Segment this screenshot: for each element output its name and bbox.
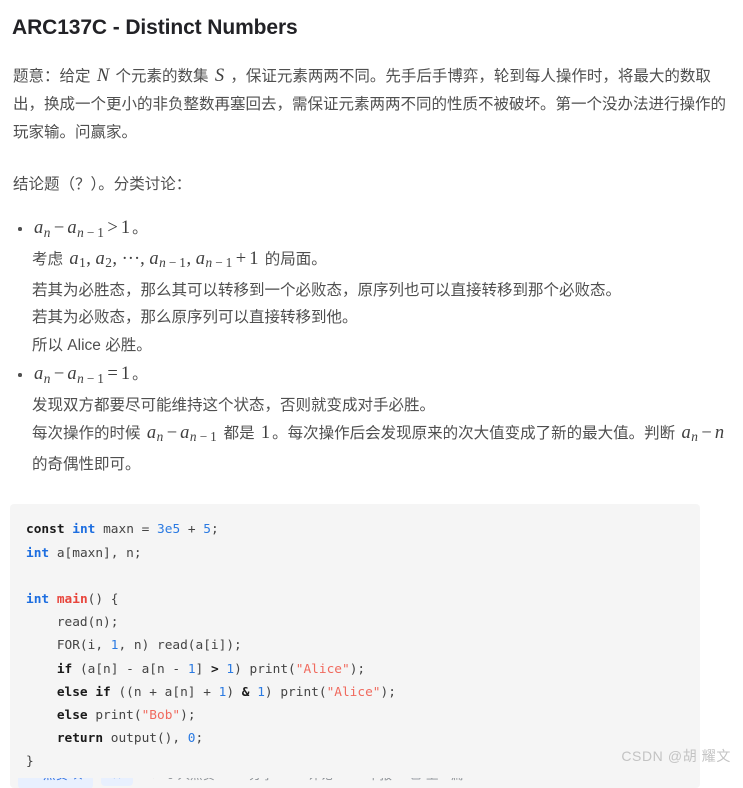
intro-paragraph: 题意：给定 N 个元素的数集 S ，保证元素两两不同。先手后手博弈，轮到每人操作…	[10, 62, 733, 147]
report-label: 举报	[367, 778, 392, 783]
code-line: }	[26, 754, 34, 770]
case-analysis-list: an − an −1 >1。 考虑 a1, a2, ···, an −1, an −1 +1 …	[10, 215, 733, 478]
intro-prefix: 题意：给定	[13, 68, 91, 85]
case-2-line-3-prefix: 。每次操作后会发现原来的次大值变成了新的最大值。判断	[272, 424, 676, 442]
prev-article-action[interactable]: 上一篇	[410, 778, 464, 783]
report-action[interactable]: 举报	[351, 778, 392, 783]
case-1-heading: an − an −1 >1。	[32, 215, 733, 246]
code-line: read(n);	[26, 615, 119, 631]
code-block[interactable]: const int maxn = 3e5 + 5; int a[maxn], n;…	[10, 504, 700, 788]
collect-button[interactable]	[101, 778, 134, 786]
like-label: 点赞	[43, 778, 68, 783]
case-1-line-4: 所以 Alice 必胜。	[32, 336, 152, 354]
case-2-heading: an − an −1 = 1。	[32, 361, 733, 392]
case-2-period: 。	[132, 366, 148, 384]
math-case-2: an − an −1 = 1	[34, 364, 131, 387]
code-line: int a[maxn], n;	[26, 545, 142, 561]
cloud-icon	[292, 778, 304, 780]
case-1-line-2: 若其为必胜态，那么其可以转移到一个必败态，原序列也可以直接转移到那个必败态。	[32, 281, 622, 299]
math-parity: an − n	[681, 422, 725, 445]
prev-article-label: 上一篇	[426, 778, 464, 783]
math-inline-N: N	[96, 66, 110, 86]
case-1-line-1: 考虑 a1, a2, ···, an −1, an −1 +1 的局面。	[32, 246, 733, 277]
document-icon	[410, 778, 422, 780]
case-1-line-3: 若其为必败态，那么原序列可以直接转移到他。	[32, 309, 358, 327]
star-icon	[111, 778, 123, 780]
csdn-watermark: CSDN @胡 耀文	[621, 748, 731, 764]
cloud-action[interactable]: 评论	[292, 778, 333, 783]
comment-label: 0 人点赞	[167, 778, 215, 783]
math-inline-S: S	[214, 66, 225, 86]
math-sequence: a1, a2, ···, an −1, an −1 +1	[69, 248, 259, 271]
case-1-line-1-suffix: 的局面。	[264, 250, 327, 268]
math-one: 1	[260, 422, 271, 443]
code-line: else print("Bob");	[26, 708, 196, 723]
list-item: an − an −1 >1。 考虑 a1, a2, ···, an −1, an −1 +1 …	[10, 215, 733, 359]
code-line: const int maxn = 3e5 + 5;	[26, 522, 219, 538]
blog-post-page: ARC137C - Distinct Numbers 题意：给定 N 个元素的数…	[0, 0, 743, 788]
report-icon	[351, 778, 363, 780]
intro-mid: 个元素的数集	[115, 68, 209, 85]
share-action[interactable]: 分享	[233, 778, 274, 783]
math-case-1: an − an −1 >1	[34, 218, 131, 240]
code-line: int main() {	[26, 591, 119, 607]
bottom-action-toolbar: 点赞 0 人点赞 分享	[0, 778, 743, 788]
list-item: an − an −1 = 1。 发现双方都要尽可能维持这个状态，否则就变成对手必胜。 每次…	[10, 361, 733, 478]
code-line: else if ((n + a[n] + 1) & 1) print("Alic…	[26, 684, 396, 700]
code-line: return output(), 0;	[26, 731, 204, 747]
page-title: ARC137C - Distinct Numbers	[12, 16, 298, 39]
share-label: 分享	[249, 778, 274, 783]
share-icon	[233, 778, 245, 780]
code-line: FOR(i, 1, n) read(a[i]);	[26, 638, 242, 654]
case-2-line-1: 发现双方都要尽可能维持这个状态，否则就变成对手必胜。	[32, 397, 436, 415]
case-2-line-2: 每次操作的时候 an − an −1 都是 1 。每次操作后会发现原来的次大值变成了新的…	[32, 420, 733, 479]
case-2-line-2-prefix: 每次操作的时候	[32, 424, 141, 442]
comment-text-label: 评论	[308, 778, 333, 783]
comment-action[interactable]: 0 人点赞	[151, 778, 215, 783]
bookmark-icon	[72, 778, 84, 780]
case-2-line-3-suffix: 的奇偶性即可。	[32, 455, 141, 473]
math-diff: an − an −1	[146, 422, 217, 445]
case-2-line-2-suffix: 都是	[223, 424, 255, 442]
thumbs-up-icon	[27, 778, 39, 780]
comment-icon	[151, 778, 163, 780]
case-1-line-1-prefix: 考虑	[32, 250, 64, 268]
code-line: if (a[n] - a[n - 1] > 1) print("Alice");	[26, 661, 366, 677]
like-button[interactable]: 点赞	[18, 778, 94, 788]
conclusion-paragraph: 结论题（？）。分类讨论：	[13, 176, 192, 193]
case-1-period: 。	[132, 220, 148, 237]
